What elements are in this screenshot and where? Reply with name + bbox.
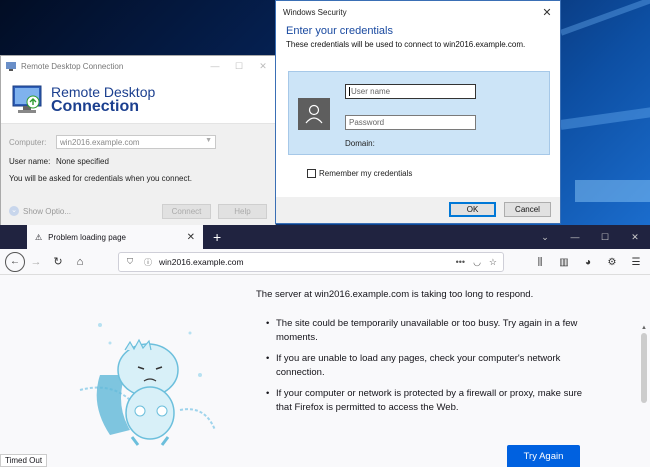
- computer-label: Computer:: [9, 137, 47, 147]
- close-icon[interactable]: ✕: [534, 6, 560, 19]
- library-icon[interactable]: ⫼: [530, 251, 550, 273]
- help-button[interactable]: Help: [218, 203, 267, 219]
- password-placeholder: Password: [349, 118, 385, 127]
- computer-value: win2016.example.com: [60, 137, 140, 147]
- star-icon[interactable]: ☆: [489, 257, 497, 268]
- text-caret: [349, 87, 350, 97]
- rdc-heading-line2: Connection: [51, 97, 139, 115]
- shield-icon[interactable]: ⛉: [123, 257, 137, 267]
- security-footer: OK Cancel: [276, 197, 560, 223]
- checkbox-icon[interactable]: [307, 169, 316, 178]
- error-suggestions: The site could be temporarily unavailabl…: [256, 317, 586, 415]
- security-title: Windows Security: [283, 7, 347, 17]
- rdc-app-icon: [6, 62, 16, 71]
- firefox-window: ⚠ Problem loading page ✕ + ⌄ — ☐ ✕ ← → ↻…: [0, 225, 650, 467]
- minimize-icon[interactable]: —: [203, 61, 227, 72]
- maximize-icon[interactable]: ☐: [227, 61, 251, 72]
- extension-icon[interactable]: ⚙: [602, 251, 622, 273]
- cancel-button[interactable]: Cancel: [504, 202, 551, 217]
- rdc-titlebar: Remote Desktop Connection — ☐ ✕: [1, 56, 275, 76]
- credentials-subtitle: These credentials will be used to connec…: [286, 40, 526, 49]
- new-tab-icon[interactable]: +: [213, 225, 221, 249]
- show-options-label: Show Optio...: [23, 206, 72, 216]
- show-options-button[interactable]: ⌄ Show Optio...: [9, 206, 71, 216]
- connect-button[interactable]: Connect: [162, 203, 211, 219]
- rdc-heading-line1: Remote Desktop: [51, 83, 156, 100]
- chevron-down-icon[interactable]: ▼: [205, 137, 212, 144]
- dinosaur-illustration: [79, 323, 216, 446]
- user-avatar-icon: [298, 98, 330, 130]
- forward-arrow-icon[interactable]: →: [25, 251, 47, 273]
- domain-label: Domain:: [345, 139, 375, 148]
- ok-button[interactable]: OK: [449, 202, 496, 217]
- error-message: The server at win2016.example.com is tak…: [256, 288, 586, 422]
- sidebar-icon[interactable]: ▥: [554, 251, 574, 273]
- status-bar: Timed Out: [0, 454, 48, 467]
- close-icon[interactable]: ✕: [251, 61, 275, 72]
- security-titlebar: Windows Security ✕: [276, 1, 560, 23]
- info-icon[interactable]: ⓘ: [141, 257, 155, 268]
- username-value: None specified: [56, 156, 109, 166]
- url-bar[interactable]: ⛉ ⓘ win2016.example.com ••• ◡ ☆: [118, 252, 504, 272]
- navigation-toolbar: ← → ↻ ⌂ ⛉ ⓘ win2016.example.com ••• ◡ ☆ …: [0, 249, 650, 275]
- username-input[interactable]: User name: [345, 84, 476, 99]
- error-page: The server at win2016.example.com is tak…: [0, 275, 650, 467]
- username-label: User name:: [9, 156, 51, 166]
- light-beam: [575, 180, 650, 202]
- rdc-window: Remote Desktop Connection — ☐ ✕ Remote D…: [0, 55, 276, 227]
- list-item: If you are unable to load any pages, che…: [266, 352, 586, 380]
- password-input[interactable]: Password: [345, 115, 476, 130]
- close-icon[interactable]: ✕: [620, 225, 650, 249]
- more-dots-icon[interactable]: •••: [456, 257, 465, 268]
- remember-label: Remember my credentials: [319, 169, 413, 178]
- credentials-heading: Enter your credentials: [286, 25, 393, 37]
- hamburger-menu-icon[interactable]: ☰: [626, 251, 646, 273]
- remote-desktop-icon: [11, 84, 43, 116]
- account-icon[interactable]: ◕: [578, 251, 598, 273]
- home-icon[interactable]: ⌂: [69, 251, 91, 273]
- username-placeholder: User name: [351, 87, 391, 96]
- url-text[interactable]: win2016.example.com: [159, 257, 244, 267]
- scrollbar-thumb[interactable]: [641, 333, 647, 403]
- pocket-icon[interactable]: ◡: [473, 257, 481, 268]
- light-beam: [560, 103, 650, 130]
- maximize-icon[interactable]: ☐: [590, 225, 620, 249]
- warning-icon: ⚠: [35, 232, 43, 242]
- tab-bar: ⚠ Problem loading page ✕ + ⌄ — ☐ ✕: [0, 225, 650, 249]
- try-again-button[interactable]: Try Again: [507, 445, 580, 467]
- computer-combobox[interactable]: win2016.example.com ▼: [56, 135, 216, 149]
- chevron-down-icon: ⌄: [9, 206, 19, 216]
- windows-security-dialog: Windows Security ✕ Enter your credential…: [275, 0, 561, 224]
- list-item: The site could be temporarily unavailabl…: [266, 317, 586, 345]
- rdc-banner: Remote Desktop Connection: [1, 76, 275, 124]
- scroll-up-icon[interactable]: ▲: [640, 325, 648, 331]
- tab-title: Problem loading page: [48, 232, 127, 242]
- close-icon[interactable]: ✕: [187, 232, 195, 243]
- rdc-window-title: Remote Desktop Connection: [21, 61, 124, 71]
- chevron-down-icon[interactable]: ⌄: [530, 225, 560, 249]
- tab-problem-loading[interactable]: ⚠ Problem loading page ✕: [27, 225, 203, 249]
- minimize-icon[interactable]: —: [560, 225, 590, 249]
- credential-tile: User name Password Domain:: [288, 71, 550, 155]
- light-beam: [560, 0, 650, 36]
- rdc-credentials-note: You will be asked for credentials when y…: [9, 174, 192, 183]
- error-title: The server at win2016.example.com is tak…: [256, 289, 534, 300]
- remember-credentials-checkbox[interactable]: Remember my credentials: [307, 169, 412, 178]
- scrollbar[interactable]: ▲: [640, 325, 648, 465]
- reload-icon[interactable]: ↻: [47, 251, 69, 273]
- list-item: If your computer or network is protected…: [266, 387, 586, 415]
- rdc-heading: Remote Desktop Connection: [51, 85, 155, 115]
- back-arrow-icon[interactable]: ←: [5, 251, 25, 272]
